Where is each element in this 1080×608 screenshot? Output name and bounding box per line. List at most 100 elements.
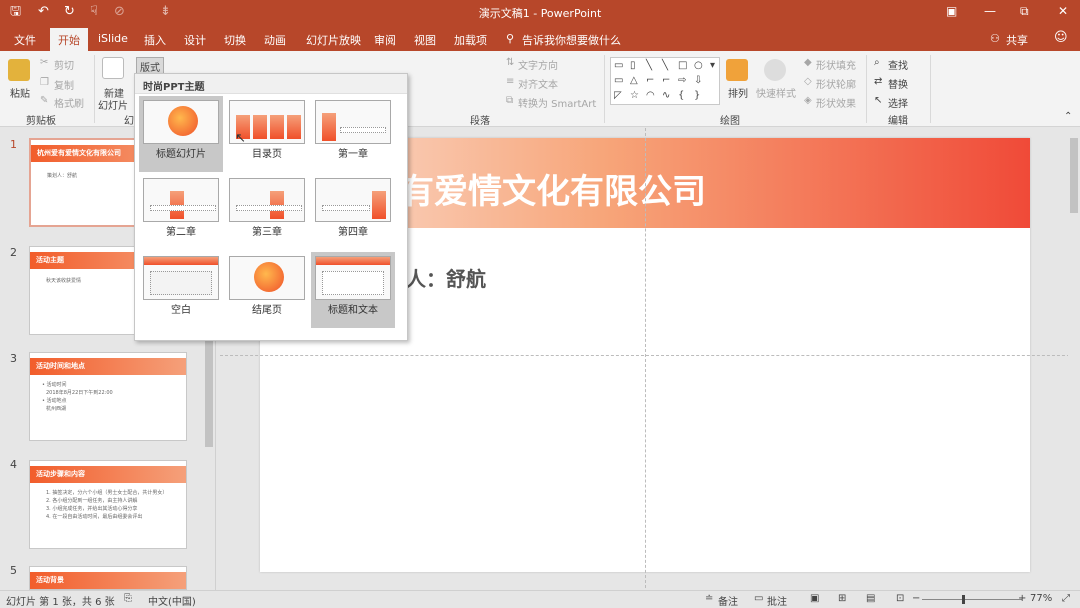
layout-ending[interactable]: 结尾页	[225, 252, 309, 328]
layout-title-slide[interactable]: 标题幻灯片	[139, 96, 223, 172]
rect2-shape-icon[interactable]: ▭	[614, 75, 623, 86]
cut-button[interactable]: 剪切	[54, 57, 74, 72]
arrange-icon[interactable]	[726, 59, 748, 81]
comments-button[interactable]: 批注	[767, 593, 787, 608]
slide-sorter-icon[interactable]: ⊞	[838, 593, 846, 604]
notes-button[interactable]: 备注	[718, 593, 738, 608]
arrow-down-shape-icon[interactable]: ⇩	[694, 75, 702, 86]
find-button[interactable]: 查找	[888, 57, 908, 72]
share-button[interactable]: 共享	[1006, 32, 1028, 48]
vertical-guide[interactable]	[645, 128, 646, 588]
tab-slideshow[interactable]: 幻灯片放映	[306, 32, 361, 48]
brace-right-shape-icon[interactable]: }	[694, 90, 700, 101]
format-painter-icon[interactable]: ✎	[40, 95, 48, 106]
spellcheck-icon[interactable]: ⎘	[124, 593, 132, 604]
new-slide-label2[interactable]: 幻灯片	[98, 97, 128, 112]
shape-effects-button[interactable]: 形状效果	[816, 95, 856, 110]
slide-title[interactable]: 有爱情文化有限公司	[400, 164, 706, 213]
new-slide-icon[interactable]	[102, 57, 124, 79]
tab-animations[interactable]: 动画	[264, 32, 286, 48]
select-icon[interactable]: ↖	[874, 95, 882, 106]
zoom-out-icon[interactable]: −	[912, 593, 920, 604]
shape-fill-button[interactable]: 形状填充	[816, 57, 856, 72]
tab-addins[interactable]: 加载项	[454, 32, 487, 48]
normal-view-icon[interactable]: ▣	[810, 593, 819, 604]
textbox-shape-icon[interactable]: ▭	[614, 60, 623, 71]
zoom-level[interactable]: 77%	[1030, 593, 1052, 604]
layout-chapter-3[interactable]: 第三章	[225, 174, 309, 250]
arc-shape-icon[interactable]: ◠	[646, 90, 655, 101]
zoom-in-icon[interactable]: +	[1018, 593, 1026, 604]
select-button[interactable]: 选择	[888, 95, 908, 110]
align-text-icon[interactable]: ≡	[506, 76, 514, 87]
format-painter-button[interactable]: 格式刷	[54, 95, 84, 110]
cut-icon[interactable]: ✂	[40, 57, 48, 68]
editor-scrollbar[interactable]	[1068, 128, 1080, 590]
tab-file[interactable]: 文件	[14, 32, 36, 48]
scroll-thumb[interactable]	[1070, 138, 1078, 213]
zoom-slider-handle[interactable]	[962, 595, 965, 604]
layout-chapter-4[interactable]: 第四章	[311, 174, 395, 250]
restore-icon[interactable]: ⧉	[1020, 4, 1029, 19]
shape-outline-icon[interactable]: ◇	[804, 76, 812, 87]
slideshow-icon[interactable]: ⊡	[896, 593, 904, 604]
layout-title-and-text[interactable]: 标题和文本	[311, 252, 395, 328]
slide-thumbnail-4[interactable]: 活动步骤和内容 1. 抽签决定，分六个小组（男士女士配合，共计男女） 2. 各小…	[29, 460, 187, 549]
ellipse-shape-icon[interactable]: ○	[694, 60, 703, 71]
slide-thumbnail-3[interactable]: 活动时间和地点 • 活动时间 2018年8月22日下午到22:00 • 活动地点…	[29, 352, 187, 441]
smartart-icon[interactable]: ⧉	[506, 95, 513, 106]
arrow-right-shape-icon[interactable]: ⇨	[678, 75, 686, 86]
vtextbox-shape-icon[interactable]: ▯	[630, 60, 636, 71]
collapse-ribbon-icon[interactable]: ⌃	[1064, 111, 1072, 122]
replace-icon[interactable]: ⇄	[874, 76, 882, 87]
layout-chapter-1[interactable]: 第一章	[311, 96, 395, 172]
shape-fill-icon[interactable]: ◆	[804, 57, 812, 68]
notes-icon[interactable]: ≐	[705, 593, 713, 604]
tab-review[interactable]: 审阅	[374, 32, 396, 48]
paste-icon[interactable]	[8, 59, 30, 81]
shape-outline-button[interactable]: 形状轮廓	[816, 76, 856, 91]
replace-button[interactable]: 替换	[888, 76, 908, 91]
elbow2-shape-icon[interactable]: ⌐	[662, 75, 670, 86]
ribbon-display-icon[interactable]: ▣	[946, 4, 957, 18]
align-text-button[interactable]: 对齐文本	[518, 76, 558, 91]
zoom-slider[interactable]	[922, 599, 1022, 600]
slide-thumbnail-5[interactable]: 活动背景	[29, 566, 187, 590]
slide-subtitle[interactable]: 人：舒航	[406, 263, 486, 292]
tab-home[interactable]: 开始	[50, 28, 88, 51]
quick-styles-icon[interactable]	[764, 59, 786, 81]
gallery-scroll-icon[interactable]: ▾	[710, 60, 715, 71]
convert-smartart-button[interactable]: 转换为 SmartArt	[518, 95, 596, 110]
tab-transitions[interactable]: 切换	[224, 32, 246, 48]
elbow-shape-icon[interactable]: ⌐	[646, 75, 654, 86]
tab-islide[interactable]: iSlide	[98, 32, 128, 45]
arrange-button[interactable]: 排列	[728, 85, 748, 100]
tab-insert[interactable]: 插入	[144, 32, 166, 48]
text-direction-icon[interactable]: ⇅	[506, 57, 514, 68]
star-shape-icon[interactable]: ☆	[630, 90, 639, 101]
horizontal-guide[interactable]	[220, 355, 1080, 356]
rect-shape-icon[interactable]: □	[678, 60, 687, 71]
triangle-shape-icon[interactable]: △	[630, 75, 638, 86]
tell-me-input[interactable]: 告诉我你想要做什么	[522, 32, 621, 48]
brace-left-shape-icon[interactable]: {	[678, 90, 684, 101]
line-shape-icon[interactable]: ╲	[646, 60, 652, 71]
shape-effects-icon[interactable]: ◈	[804, 95, 812, 106]
layout-chapter-2[interactable]: 第二章	[139, 174, 223, 250]
reading-view-icon[interactable]: ▤	[866, 593, 875, 604]
close-icon[interactable]: ✕	[1058, 4, 1068, 18]
minimize-icon[interactable]: —	[984, 4, 996, 18]
tab-view[interactable]: 视图	[414, 32, 436, 48]
quick-styles-button[interactable]: 快速样式	[756, 85, 796, 100]
comments-icon[interactable]: ▭	[754, 593, 763, 604]
text-direction-button[interactable]: 文字方向	[518, 57, 558, 72]
curve-shape-icon[interactable]: ∿	[662, 90, 670, 101]
tab-design[interactable]: 设计	[184, 32, 206, 48]
copy-icon[interactable]: ❐	[40, 77, 49, 88]
smiley-icon[interactable]: ☺	[1054, 30, 1068, 45]
copy-button[interactable]: 复制	[54, 77, 74, 92]
fit-slide-icon[interactable]: ⤢	[1062, 593, 1070, 604]
freeform-shape-icon[interactable]: ◸	[614, 90, 622, 101]
line2-shape-icon[interactable]: ╲	[662, 60, 668, 71]
paste-button[interactable]: 粘贴	[10, 85, 30, 100]
